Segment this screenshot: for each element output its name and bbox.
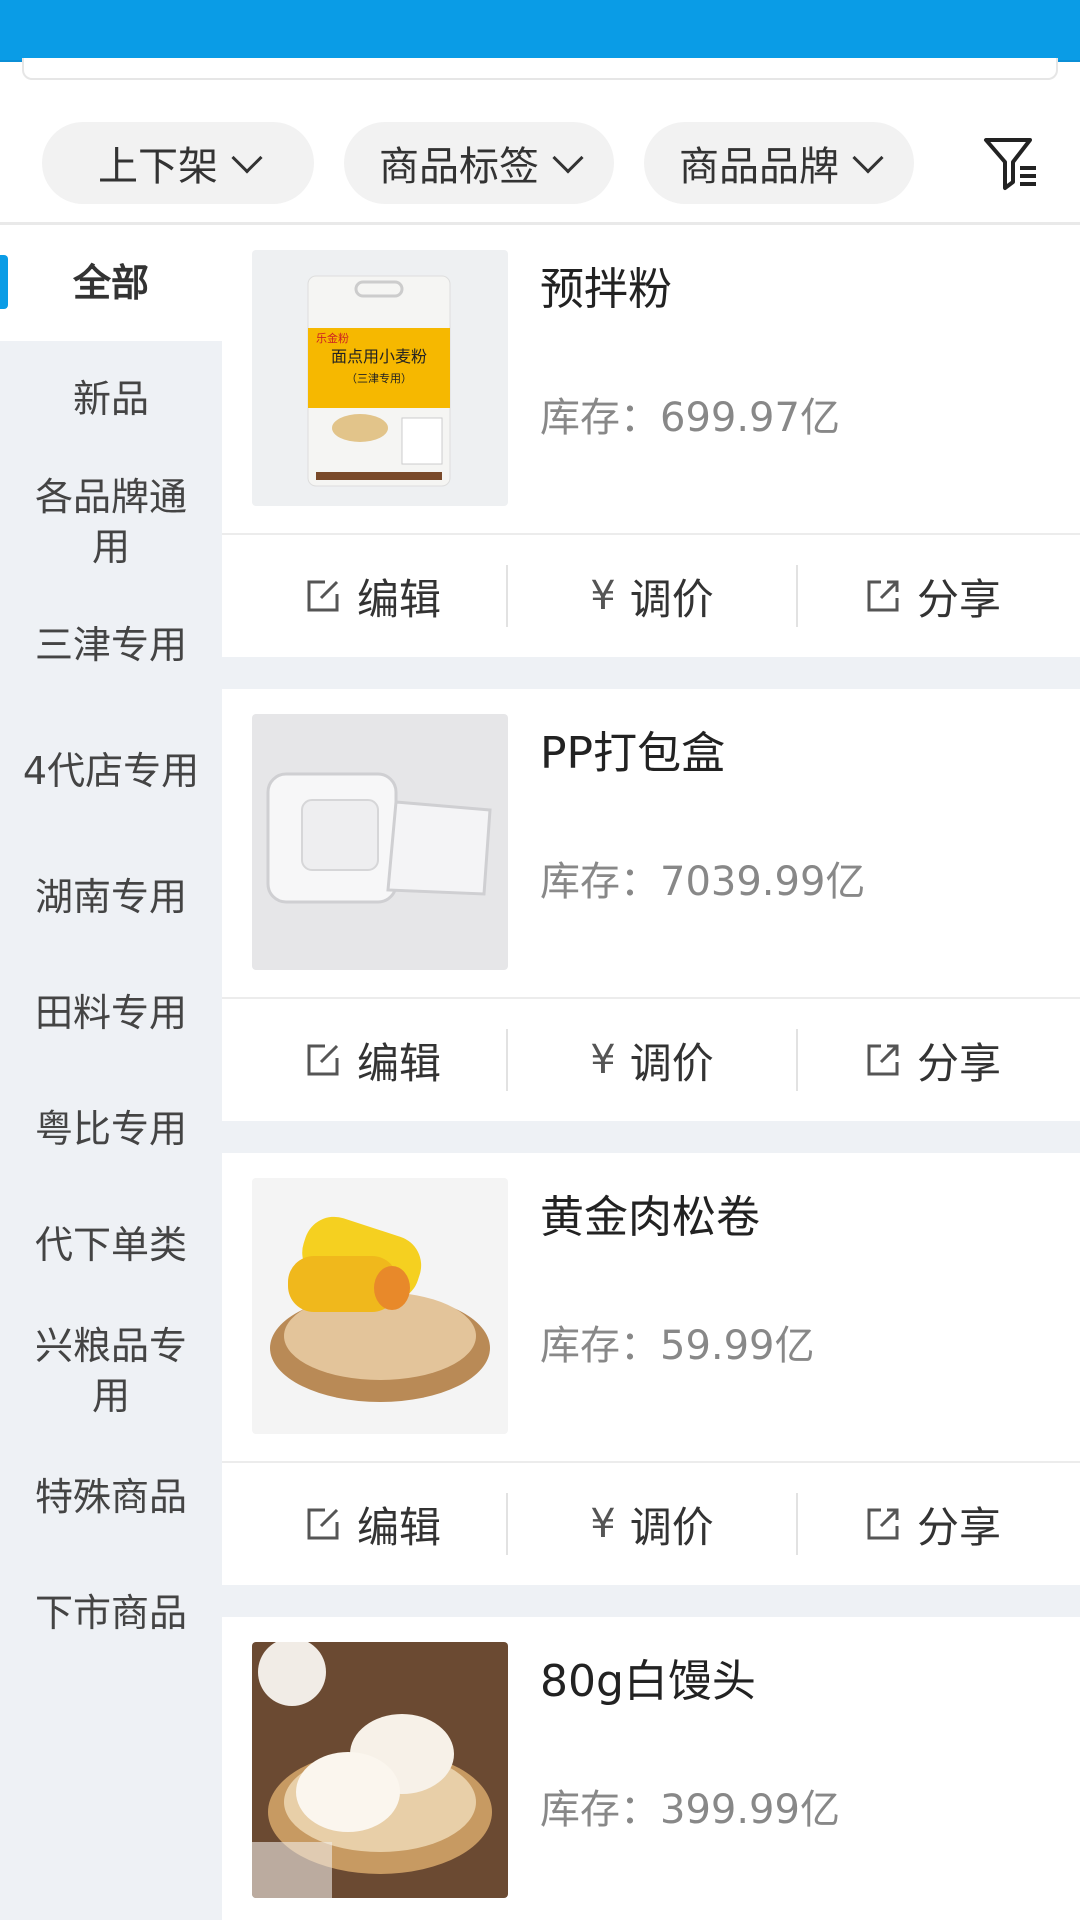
product-actions: 编辑 ¥ 调价 分享: [222, 535, 1080, 657]
yen-icon: ¥: [590, 573, 616, 619]
sidebar-item-new[interactable]: 新品: [0, 341, 222, 457]
share-label: 分享: [916, 1038, 1001, 1088]
share-button[interactable]: 分享: [812, 999, 1052, 1121]
sidebar-item-4th-gen-store[interactable]: 4代店专用: [0, 703, 222, 839]
product-list: 乐金粉 面点用小麦粉 （三津专用） 预拌粉 库存：699.97亿 编辑 ¥ 调价: [222, 225, 1080, 1920]
adjust-price-button[interactable]: ¥ 调价: [522, 535, 782, 657]
bag-brand-text: 乐金粉: [316, 331, 349, 345]
share-icon: [867, 1508, 899, 1540]
bag-title-text: 面点用小麦粉: [331, 347, 427, 366]
sidebar-item-tianliao[interactable]: 田料专用: [0, 955, 222, 1071]
divider: [506, 1493, 508, 1555]
product-actions: 编辑 ¥ 调价 分享: [222, 999, 1080, 1121]
sidebar-item-label: 各品牌通用: [34, 475, 187, 569]
sidebar-item-sanjin[interactable]: 三津专用: [0, 587, 222, 703]
sidebar-item-label: 全部: [72, 261, 149, 305]
product-image: [252, 1178, 508, 1434]
chevron-down-icon: [852, 142, 884, 174]
product-card[interactable]: 80g白馒头 库存：399.99亿: [222, 1617, 1080, 1920]
product-actions: 编辑 ¥ 调价 分享: [222, 1463, 1080, 1585]
sidebar-item-special[interactable]: 特殊商品: [0, 1439, 222, 1555]
yen-icon: ¥: [590, 1037, 616, 1083]
sidebar-item-label: 三津专用: [34, 623, 187, 667]
chevron-down-icon: [552, 142, 584, 174]
product-image: [252, 714, 508, 970]
adjust-price-button[interactable]: ¥ 调价: [522, 999, 782, 1121]
share-icon: [867, 1044, 899, 1076]
product-image: 乐金粉 面点用小麦粉 （三津专用）: [252, 250, 508, 506]
product-name: 黄金肉松卷: [540, 1192, 760, 1243]
share-button[interactable]: 分享: [812, 1463, 1052, 1585]
top-app-bar: [0, 0, 1080, 62]
sidebar-item-label: 新品: [72, 377, 149, 421]
divider: [796, 1493, 798, 1555]
yen-icon: ¥: [590, 1501, 616, 1547]
product-stock: 库存：399.99亿: [540, 1787, 840, 1833]
edit-label: 编辑: [356, 1038, 441, 1088]
edit-icon: [307, 580, 339, 612]
sidebar-item-label: 特殊商品: [34, 1475, 187, 1519]
filter-funnel-icon[interactable]: [980, 132, 1042, 194]
product-stock: 库存：7039.99亿: [540, 859, 866, 905]
edit-button[interactable]: 编辑: [262, 999, 482, 1121]
filter-label: 商品标签: [379, 144, 539, 190]
sidebar-item-hunan[interactable]: 湖南专用: [0, 839, 222, 955]
adjust-price-button[interactable]: ¥ 调价: [522, 1463, 782, 1585]
product-card[interactable]: 黄金肉松卷 库存：59.99亿 编辑 ¥ 调价 分享: [222, 1153, 1080, 1585]
filter-label: 上下架: [98, 144, 218, 190]
sidebar-item-label: 粤比专用: [34, 1107, 187, 1151]
sidebar-item-label: 4代店专用: [22, 749, 200, 793]
edit-label: 编辑: [356, 574, 441, 624]
share-icon: [867, 580, 899, 612]
sidebar-item-yuebi[interactable]: 粤比专用: [0, 1071, 222, 1187]
sidebar-item-all[interactable]: 全部: [0, 225, 222, 341]
edit-icon: [307, 1044, 339, 1076]
share-label: 分享: [916, 1502, 1001, 1552]
adjust-price-label: 调价: [629, 574, 714, 624]
product-name: 80g白馒头: [540, 1656, 756, 1707]
sidebar-item-label: 田料专用: [34, 991, 187, 1035]
product-card[interactable]: PP打包盒 库存：7039.99亿 编辑 ¥ 调价 分享: [222, 689, 1080, 1121]
edit-button[interactable]: 编辑: [262, 535, 482, 657]
divider: [506, 565, 508, 627]
sidebar-item-label: 下市商品: [34, 1591, 187, 1635]
filter-product-brand[interactable]: 商品品牌: [644, 122, 914, 204]
edit-label: 编辑: [356, 1502, 441, 1552]
product-name: PP打包盒: [540, 728, 726, 779]
edit-button[interactable]: 编辑: [262, 1463, 482, 1585]
filter-shelf-status[interactable]: 上下架: [42, 122, 314, 204]
chevron-down-icon: [231, 142, 263, 174]
sidebar-item-label: 湖南专用: [34, 875, 187, 919]
sidebar-item-label: 兴粮品专用: [34, 1324, 187, 1418]
divider: [796, 565, 798, 627]
adjust-price-label: 调价: [629, 1038, 714, 1088]
share-label: 分享: [916, 574, 1001, 624]
product-stock: 库存：699.97亿: [540, 395, 840, 441]
bag-subtitle-text: （三津专用）: [346, 371, 412, 385]
adjust-price-label: 调价: [629, 1502, 714, 1552]
filter-product-tag[interactable]: 商品标签: [344, 122, 614, 204]
product-image: [252, 1642, 508, 1898]
sidebar-item-delisted[interactable]: 下市商品: [0, 1555, 222, 1671]
sidebar-item-proxy-order[interactable]: 代下单类: [0, 1187, 222, 1303]
edit-icon: [307, 1508, 339, 1540]
category-sidebar: 全部 新品 各品牌通用 三津专用 4代店专用 湖南专用 田料专用 粤比专用 代下…: [0, 225, 222, 1920]
share-button[interactable]: 分享: [812, 535, 1052, 657]
sidebar-item-xingliang[interactable]: 兴粮品专用: [0, 1303, 222, 1439]
product-name: 预拌粉: [540, 264, 672, 315]
sidebar-item-all-brands[interactable]: 各品牌通用: [0, 457, 222, 587]
filter-label: 商品品牌: [679, 144, 839, 190]
divider: [506, 1029, 508, 1091]
search-box[interactable]: [22, 58, 1058, 80]
filter-bar: 上下架 商品标签 商品品牌: [0, 96, 1080, 222]
product-stock: 库存：59.99亿: [540, 1323, 815, 1369]
product-card[interactable]: 乐金粉 面点用小麦粉 （三津专用） 预拌粉 库存：699.97亿 编辑 ¥ 调价: [222, 225, 1080, 657]
divider: [796, 1029, 798, 1091]
sidebar-item-label: 代下单类: [34, 1223, 187, 1267]
